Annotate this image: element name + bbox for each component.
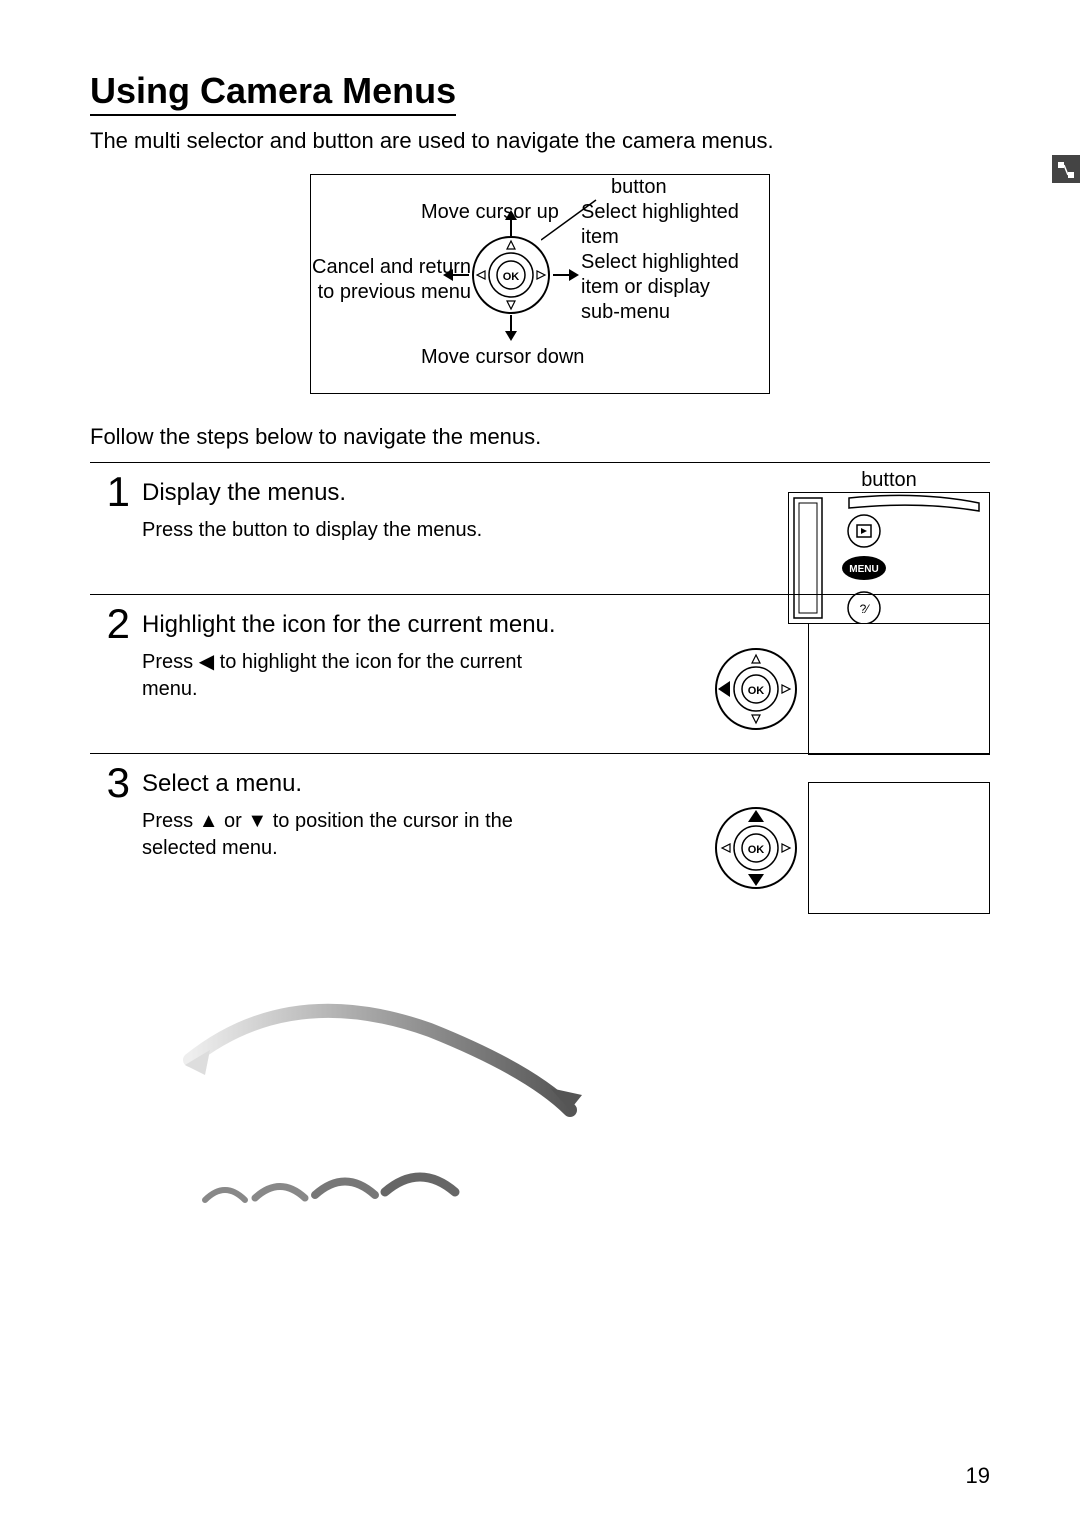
button-label: button	[611, 175, 667, 200]
decorative-waves-icon	[200, 1160, 460, 1220]
down-arrow-icon	[503, 313, 519, 341]
step-1: 1 Display the menus. Press the button to…	[90, 471, 990, 564]
left-desc: Cancel and return to previous menu	[301, 255, 471, 305]
menu-button-label: MENU	[849, 564, 878, 575]
screen-illustration	[808, 623, 990, 755]
multi-selector-icon: OK	[471, 235, 551, 315]
page-title: Using Camera Menus	[90, 70, 456, 116]
up-label: Move cursor up	[421, 200, 559, 225]
left-triangle-icon: ◀	[199, 649, 214, 676]
svg-text:OK: OK	[748, 844, 765, 856]
up-triangle-icon: ▲	[199, 808, 219, 835]
step-desc: Press ◀ to highlight the icon for the cu…	[142, 649, 572, 703]
media-label: button	[788, 469, 990, 492]
intro-after: button are used to navigate the camera m…	[313, 128, 774, 153]
divider	[90, 462, 990, 463]
step-number: 1	[90, 471, 130, 513]
page-number: 19	[966, 1463, 990, 1489]
step-3: 3 Select a menu. Press ▲ or ▼ to positio…	[90, 762, 990, 882]
selector-updown-icon: OK	[714, 806, 798, 890]
intro-before: The multi selector and	[90, 128, 313, 153]
step-number: 3	[90, 762, 130, 804]
svg-text:OK: OK	[748, 685, 765, 697]
selector-diagram: OK button Move cursor up Select	[310, 174, 770, 394]
screen-illustration	[808, 782, 990, 914]
ok-label: OK	[503, 271, 520, 283]
selector-left-icon: OK	[714, 647, 798, 731]
follow-text: Follow the steps below to navigate the m…	[90, 424, 990, 450]
decorative-swoosh-icon	[170, 1000, 590, 1120]
step-desc: Press ▲ or ▼ to position the cursor in t…	[142, 808, 572, 862]
right-arrow-icon	[551, 267, 579, 283]
step-number: 2	[90, 603, 130, 645]
down-label: Move cursor down	[421, 345, 584, 370]
right-desc: Select highlighted item or display sub-m…	[581, 250, 751, 325]
down-triangle-icon: ▼	[247, 808, 267, 835]
section-tab	[1052, 155, 1080, 183]
step-2: 2 Highlight the icon for the current men…	[90, 603, 990, 723]
intro-text: The multi selector and button are used t…	[90, 128, 990, 154]
ok-desc: Select highlighted item	[581, 200, 761, 250]
step-desc: Press the button to display the menus.	[142, 517, 572, 544]
